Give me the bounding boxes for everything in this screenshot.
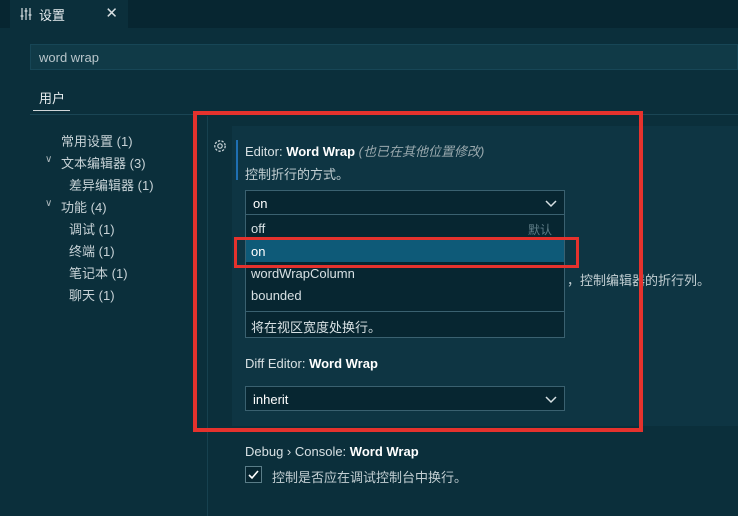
setting-name: Word Wrap xyxy=(349,444,419,459)
toc-item-terminal[interactable]: 终端 (1) xyxy=(69,241,115,260)
toc-item-text-editor[interactable]: 文本编辑器 (3) xyxy=(61,153,146,172)
toc-label: 终端 xyxy=(69,244,96,259)
chevron-down-icon[interactable]: ∨ xyxy=(45,154,52,165)
toc-item-chat[interactable]: 聊天 (1) xyxy=(69,285,115,304)
toc-count: (4) xyxy=(90,200,107,215)
tab-bar: 设置 ✕ xyxy=(0,0,738,28)
toc-label: 常用设置 xyxy=(61,134,114,149)
toc-count: (1) xyxy=(98,244,115,259)
toc-item-diff-editor[interactable]: 差异编辑器 (1) xyxy=(69,175,154,194)
toc-count: (1) xyxy=(137,178,154,193)
highlight-box-selected-option xyxy=(234,237,579,268)
setting-category: Debug › Console: xyxy=(245,444,350,459)
toc-item-commonly-used[interactable]: 常用设置 (1) xyxy=(61,131,133,150)
settings-search-input[interactable]: word wrap xyxy=(30,44,738,70)
tab-user[interactable]: 用户 xyxy=(39,88,65,107)
toc-count: (1) xyxy=(98,288,115,303)
setting-title: Debug › Console: Word Wrap xyxy=(245,444,419,459)
checkmark-icon xyxy=(248,470,259,480)
toc-count: (3) xyxy=(129,156,146,171)
chevron-down-icon[interactable]: ∨ xyxy=(45,198,52,209)
toc-label: 文本编辑器 xyxy=(61,156,127,171)
toc-count: (1) xyxy=(111,266,128,281)
toc-label: 功能 xyxy=(61,200,88,215)
toc-label: 调试 xyxy=(69,222,96,237)
close-icon[interactable]: ✕ xyxy=(105,5,118,23)
active-tab-indicator xyxy=(33,110,70,111)
toc-label: 差异编辑器 xyxy=(69,178,135,193)
toc-label: 聊天 xyxy=(69,288,96,303)
toc-item-debug[interactable]: 调试 (1) xyxy=(69,219,115,238)
setting-description: 控制是否应在调试控制台中换行。 xyxy=(272,470,468,485)
settings-tab[interactable]: 设置 ✕ xyxy=(10,0,128,28)
toc-count: (1) xyxy=(116,134,133,149)
tab-title: 设置 xyxy=(39,7,66,23)
debug-word-wrap-checkbox[interactable] xyxy=(245,466,262,483)
settings-sliders-icon xyxy=(20,8,32,20)
toc-label: 笔记本 xyxy=(69,266,109,281)
toc-item-features[interactable]: 功能 (4) xyxy=(61,197,107,216)
toc-count: (1) xyxy=(98,222,115,237)
highlight-box-outer xyxy=(193,111,643,432)
toc-item-notebook[interactable]: 笔记本 (1) xyxy=(69,263,128,282)
